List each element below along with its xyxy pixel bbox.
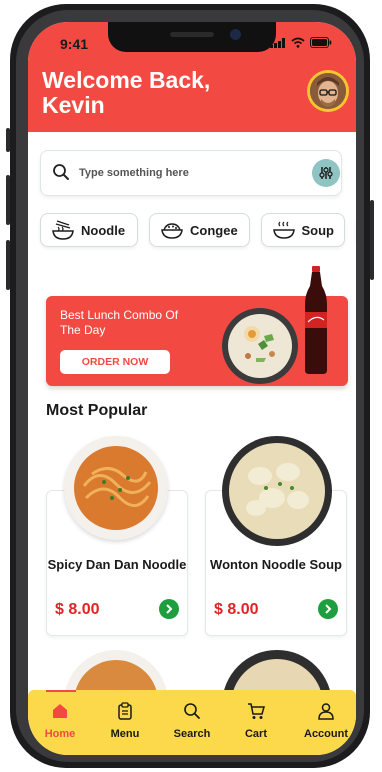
nav-cart[interactable]: Cart <box>226 702 286 740</box>
search-icon <box>184 703 200 719</box>
food-name: Spicy Dan Dan Noodle <box>47 557 187 572</box>
app-screen: 9:41 Welcome Back, Kevin Type something … <box>28 22 356 755</box>
notch <box>108 22 276 52</box>
nav-menu[interactable]: Menu <box>95 702 155 740</box>
search-input[interactable] <box>77 162 301 184</box>
avatar-photo <box>310 73 346 109</box>
promo-title: Best Lunch Combo Of The Day <box>60 308 179 337</box>
search-icon <box>53 164 69 180</box>
nav-label: Account <box>304 728 348 740</box>
wonton-dish-icon <box>229 443 325 539</box>
account-icon <box>318 703 334 720</box>
battery-icon <box>310 37 332 48</box>
filter-button[interactable] <box>312 159 340 187</box>
food-price: $ 8.00 <box>214 601 259 618</box>
front-camera <box>230 29 241 40</box>
power-button <box>370 200 374 280</box>
food-price: $ 8.00 <box>55 601 100 618</box>
category-chips: Noodle Congee Soup <box>40 213 356 251</box>
category-congee[interactable]: Congee <box>149 213 250 247</box>
cola-bottle-image <box>301 266 331 376</box>
dan-dan-noodle-image <box>64 436 168 540</box>
user-portrait-icon <box>310 73 346 109</box>
wonton-soup-image <box>222 436 332 546</box>
cola-bottle-icon <box>305 266 327 374</box>
wifi-icon <box>291 37 305 48</box>
soup-bowl-icon <box>273 221 295 239</box>
menu-clipboard-icon <box>118 702 132 720</box>
nav-label: Home <box>44 728 76 740</box>
status-time: 9:41 <box>60 36 89 52</box>
volume-up-button <box>6 175 10 225</box>
category-soup[interactable]: Soup <box>261 213 345 247</box>
mute-switch <box>6 128 10 152</box>
cart-icon <box>248 703 265 719</box>
search-bar <box>40 150 342 196</box>
signal-icon <box>270 37 285 48</box>
active-indicator <box>46 690 76 692</box>
category-label: Congee <box>190 222 238 238</box>
welcome-text: Welcome Back, Kevin <box>42 67 211 118</box>
home-icon <box>53 704 67 718</box>
header: 9:41 Welcome Back, Kevin <box>28 22 356 132</box>
order-now-button[interactable]: ORDER NOW <box>60 350 170 374</box>
speaker <box>170 32 214 37</box>
nav-label: Menu <box>110 728 140 740</box>
welcome-title: Welcome Back, Kevin <box>42 68 210 118</box>
view-item-button[interactable] <box>159 599 179 619</box>
category-label: Noodle <box>81 222 126 238</box>
noodle-bowl-icon <box>52 220 74 240</box>
volume-down-button <box>6 240 10 290</box>
congee-bowl-image <box>222 308 298 384</box>
bowl-food <box>228 314 292 378</box>
nav-label: Search <box>173 728 211 740</box>
nav-label: Cart <box>244 728 267 740</box>
category-noodle[interactable]: Noodle <box>40 213 138 247</box>
filter-sliders-icon <box>319 167 333 179</box>
status-icons <box>270 37 332 48</box>
category-label: Soup <box>301 222 335 238</box>
bottom-nav: Home Menu Search Cart Account <box>28 690 356 755</box>
nav-account[interactable]: Account <box>296 702 356 740</box>
congee-image-icon <box>244 326 275 362</box>
chevron-right-icon <box>325 604 332 614</box>
noodle-dish-icon <box>74 446 158 530</box>
view-item-button[interactable] <box>318 599 338 619</box>
avatar[interactable] <box>307 70 349 112</box>
promo-banner[interactable]: Best Lunch Combo Of The Day ORDER NOW <box>46 266 348 386</box>
nav-home[interactable]: Home <box>30 702 90 740</box>
food-name: Wonton Noodle Soup <box>210 557 342 572</box>
congee-bowl-icon <box>161 223 183 239</box>
section-title: Most Popular <box>46 402 148 419</box>
nav-search[interactable]: Search <box>162 702 222 740</box>
chevron-right-icon <box>166 604 173 614</box>
